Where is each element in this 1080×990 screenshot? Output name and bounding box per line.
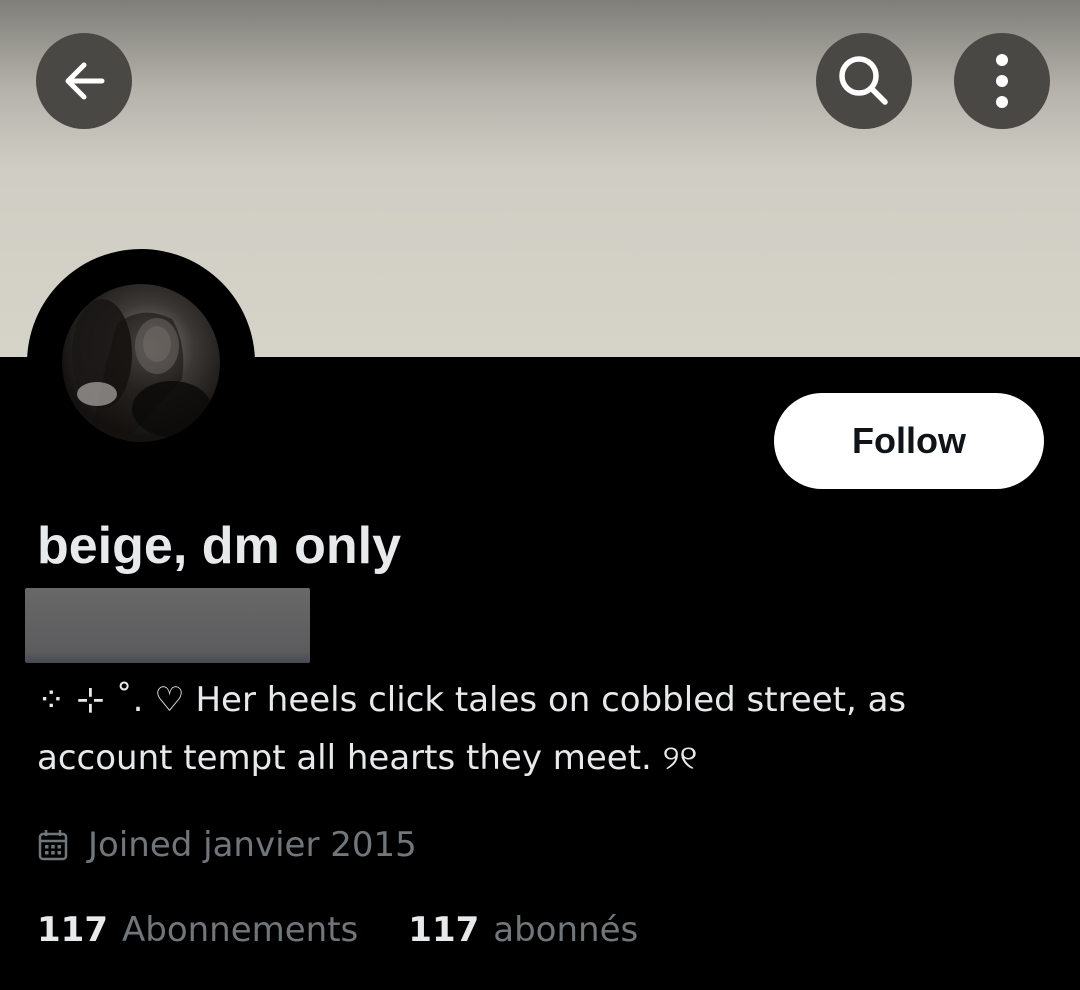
- following-label: Abonnements: [121, 910, 359, 950]
- profile-bio: ⁘ ⊹ ˚. ♡ Her heels click tales on cobble…: [37, 680, 907, 778]
- profile-page: Follow beige, dm only ⁘ ⊹ ˚. ♡ Her heels…: [0, 0, 1080, 990]
- username-redacted: [25, 588, 310, 663]
- joined-text: Joined janvier 2015: [88, 825, 417, 865]
- more-vertical-icon: [996, 54, 1008, 108]
- more-options-button[interactable]: [954, 33, 1050, 129]
- calendar-icon: [38, 830, 68, 861]
- follow-stats: 117 Abonnements 117 abonnés: [37, 905, 638, 955]
- arrow-left-icon: [65, 62, 105, 100]
- display-name: beige, dm only: [37, 517, 402, 575]
- followers-count: 117: [408, 910, 480, 950]
- following-count: 117: [37, 910, 108, 950]
- search-icon: [839, 56, 888, 105]
- followers-label: abonnés: [493, 910, 639, 950]
- avatar[interactable]: [62, 284, 220, 442]
- followers-link[interactable]: 117 abonnés: [408, 905, 638, 955]
- back-button[interactable]: [36, 33, 132, 129]
- search-button[interactable]: [816, 33, 912, 129]
- joined-date: Joined janvier 2015: [38, 820, 417, 870]
- follow-button[interactable]: Follow: [774, 393, 1044, 489]
- following-link[interactable]: 117 Abonnements: [37, 905, 358, 955]
- avatar-photo: [72, 299, 212, 437]
